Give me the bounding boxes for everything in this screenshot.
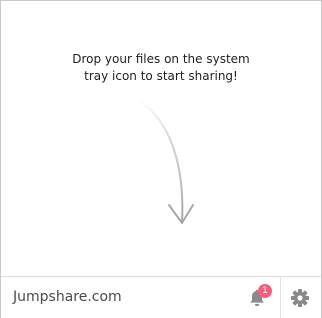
settings-button[interactable] — [289, 287, 311, 309]
footer-divider — [280, 277, 281, 318]
drop-instruction-line-2: tray icon to start sharing! — [84, 69, 238, 83]
notifications-button[interactable]: 1 — [245, 284, 275, 312]
curved-arrow-down-icon — [136, 98, 194, 224]
jumpshare-website-link[interactable]: Jumpshare.com — [13, 289, 122, 305]
jumpshare-window: Drop your files on the system tray icon … — [0, 0, 322, 318]
footer-bar: Jumpshare.com 1 — [1, 276, 321, 318]
drop-instruction: Drop your files on the system tray icon … — [1, 51, 321, 85]
gear-icon — [291, 289, 309, 307]
notification-count-badge: 1 — [258, 284, 272, 298]
drop-instruction-line-1: Drop your files on the system — [72, 52, 250, 66]
drop-zone[interactable]: Drop your files on the system tray icon … — [1, 1, 321, 276]
